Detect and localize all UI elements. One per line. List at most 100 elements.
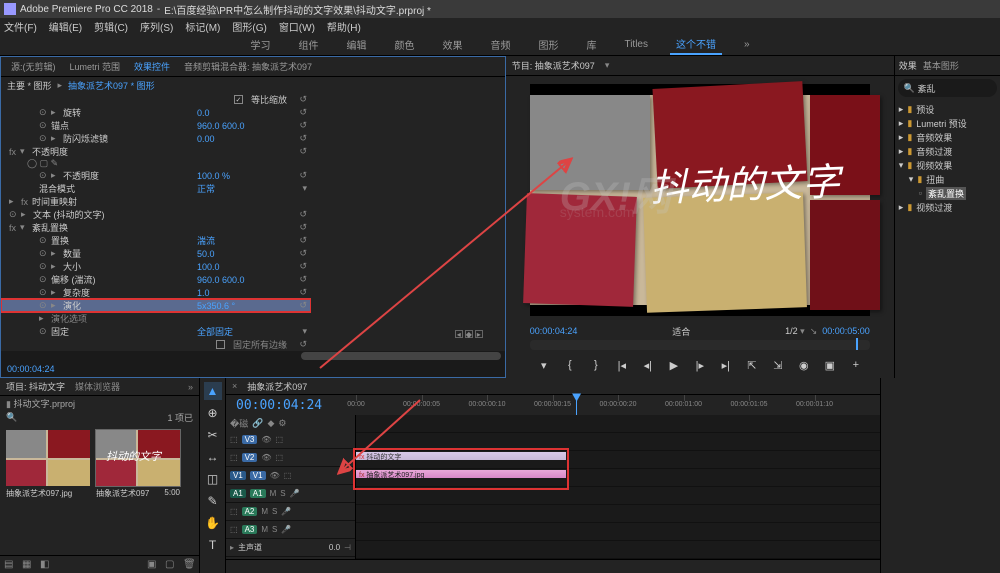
new-bin-icon[interactable]: ▣ — [147, 559, 159, 571]
reset-icon[interactable]: ↺ — [291, 170, 311, 181]
fx-item-turbulent[interactable]: ▫紊乱置换 — [899, 186, 996, 200]
reset-icon[interactable]: ↺ — [291, 222, 311, 233]
prog-zoom[interactable]: 1/2 — [785, 326, 798, 336]
selection-tool[interactable]: ▲ — [204, 382, 222, 400]
menu-edit[interactable]: 编辑(E) — [49, 19, 82, 34]
menu-clip[interactable]: 剪辑(C) — [94, 19, 128, 34]
icon-view-icon[interactable]: ▦ — [22, 559, 34, 571]
search-icon[interactable]: 🔍 — [6, 412, 17, 423]
uniform-scale-check[interactable]: ✓ — [234, 95, 243, 104]
evolution-row[interactable]: ⊙▸演化5x350.6 °↺ — [1, 299, 311, 312]
ws-titles[interactable]: Titles — [618, 37, 654, 52]
ec-clip-link[interactable]: 抽象派艺术097 * 图形 — [68, 79, 155, 92]
ws-graphics[interactable]: 图形 — [532, 35, 564, 54]
step-back-icon[interactable]: ◂| — [640, 357, 656, 373]
new-item-icon[interactable]: ▢ — [165, 559, 177, 571]
kf-nav[interactable]: ◂◆▸ — [455, 329, 485, 339]
ws-active[interactable]: 这个不错 — [670, 34, 722, 55]
play-icon[interactable]: ▶ — [666, 357, 682, 373]
tl-ruler[interactable]: 00:0000:00:00:0500:00:00:1000:00:00:1500… — [356, 395, 880, 415]
prog-tc-left[interactable]: 00:00:04:24 — [530, 326, 578, 336]
tl-clips[interactable]: fx 抖动的文字 fx 抽象派艺术097.jpg — [356, 415, 880, 559]
goto-out-icon[interactable]: ▸| — [718, 357, 734, 373]
ws-more[interactable]: » — [738, 37, 756, 52]
proj-tab[interactable]: 项目: 抖动文字 — [6, 380, 65, 393]
freeform-icon[interactable]: ◧ — [40, 559, 52, 571]
trash-icon[interactable]: 🗑 — [183, 559, 195, 571]
ec-tab-controls[interactable]: 效果控件 — [128, 58, 176, 75]
program-view[interactable]: 抖动的文字 GX!网 system.com — [530, 84, 870, 316]
folder-icon: ▮ — [907, 118, 912, 129]
reset-icon[interactable]: ↺ — [291, 287, 311, 298]
ec-master: 主要 * 图形 — [7, 79, 52, 92]
prog-fit[interactable]: 适合 — [672, 325, 690, 338]
ec-timecode[interactable]: 00:00:04:24 — [7, 364, 55, 374]
ws-edit[interactable]: 编辑 — [340, 35, 372, 54]
fx-search[interactable]: 🔍 紊乱 — [898, 79, 997, 97]
lift-icon[interactable]: ⇱ — [744, 357, 760, 373]
reset-icon[interactable]: ↺ — [291, 146, 311, 157]
extract-icon[interactable]: ⇲ — [770, 357, 786, 373]
ec-tab-mixer[interactable]: 音频剪辑混合器: 抽象派艺术097 — [178, 58, 318, 75]
step-fwd-icon[interactable]: |▸ — [692, 357, 708, 373]
list-view-icon[interactable]: ▤ — [4, 559, 16, 571]
ws-audio[interactable]: 音频 — [484, 35, 516, 54]
razor-tool[interactable]: ↔ — [204, 448, 222, 466]
add-marker-icon[interactable]: ▾ — [536, 357, 552, 373]
ec-keyframe-area[interactable]: ◂◆▸ — [311, 93, 505, 351]
ec-tab-lumetri[interactable]: Lumetri 范围 — [64, 58, 127, 75]
ws-effects[interactable]: 效果 — [436, 35, 468, 54]
compare-icon[interactable]: ▣ — [822, 357, 838, 373]
reset-icon[interactable]: ↺ — [291, 94, 311, 105]
settings-icon[interactable]: ⚙ — [278, 418, 286, 429]
reset-icon[interactable]: ↺ — [291, 209, 311, 220]
ws-library[interactable]: 库 — [580, 35, 602, 54]
prog-title[interactable]: 节目: 抽象派艺术097 — [512, 59, 595, 72]
bin-item[interactable]: 抖动的文字 抽象派艺术0975:00 — [96, 430, 180, 549]
ripple-tool[interactable]: ✂ — [204, 426, 222, 444]
menu-marker[interactable]: 标记(M) — [185, 19, 220, 34]
pen-tool[interactable]: ✎ — [204, 492, 222, 510]
reset-icon[interactable]: ↺ — [291, 261, 311, 272]
reset-icon[interactable]: ↺ — [291, 339, 311, 350]
mark-in-icon[interactable]: { — [562, 357, 578, 373]
folder-icon: ▮ — [917, 174, 922, 185]
goto-in-icon[interactable]: |◂ — [614, 357, 630, 373]
ws-learn[interactable]: 学习 — [244, 35, 276, 54]
menu-graphics[interactable]: 图形(G) — [232, 19, 266, 34]
ec-hscroll[interactable] — [1, 351, 505, 361]
reset-icon[interactable]: ↺ — [291, 133, 311, 144]
fx-tab-effects[interactable]: 效果 — [899, 59, 917, 72]
marker-icon[interactable]: ◆ — [267, 418, 274, 429]
link-icon[interactable]: 🔗 — [252, 418, 263, 429]
reset-icon[interactable]: ↺ — [291, 120, 311, 131]
bin-item[interactable]: 抽象派艺术097.jpg — [6, 430, 90, 549]
pin-edges-check[interactable] — [216, 340, 225, 349]
mark-out-icon[interactable]: } — [588, 357, 604, 373]
fx-tab-graphics[interactable]: 基本图形 — [923, 59, 959, 72]
snap-icon[interactable]: �磁 — [230, 417, 248, 430]
program-panel: 节目: 抽象派艺术097 ▾ 抖动的文字 GX!网 system.com 00:… — [506, 56, 894, 378]
track-select-tool[interactable]: ⊕ — [204, 404, 222, 422]
menu-file[interactable]: 文件(F) — [4, 19, 37, 34]
reset-icon[interactable]: ↺ — [291, 235, 311, 246]
media-browser-tab[interactable]: 媒体浏览器 — [75, 380, 120, 393]
tl-timecode[interactable]: 00:00:04:24 — [226, 398, 356, 413]
hand-tool[interactable]: ✋ — [204, 514, 222, 532]
ws-color[interactable]: 颜色 — [388, 35, 420, 54]
type-tool[interactable]: T — [204, 536, 222, 554]
tl-seq-name[interactable]: 抽象派艺术097 — [247, 380, 307, 393]
menu-window[interactable]: 窗口(W) — [279, 19, 315, 34]
menu-sequence[interactable]: 序列(S) — [140, 19, 173, 34]
settings-icon[interactable]: + — [848, 357, 864, 373]
prog-scrubber[interactable] — [530, 340, 870, 350]
reset-icon[interactable]: ↺ — [291, 248, 311, 259]
menu-help[interactable]: 帮助(H) — [327, 19, 361, 34]
slip-tool[interactable]: ◫ — [204, 470, 222, 488]
export-frame-icon[interactable]: ◉ — [796, 357, 812, 373]
reset-icon[interactable]: ↺ — [291, 107, 311, 118]
ws-assembly[interactable]: 组件 — [292, 35, 324, 54]
reset-icon[interactable]: ↺ — [291, 274, 311, 285]
reset-icon[interactable]: ↺ — [291, 300, 311, 311]
ec-tab-source[interactable]: 源:(无剪辑) — [5, 58, 62, 75]
